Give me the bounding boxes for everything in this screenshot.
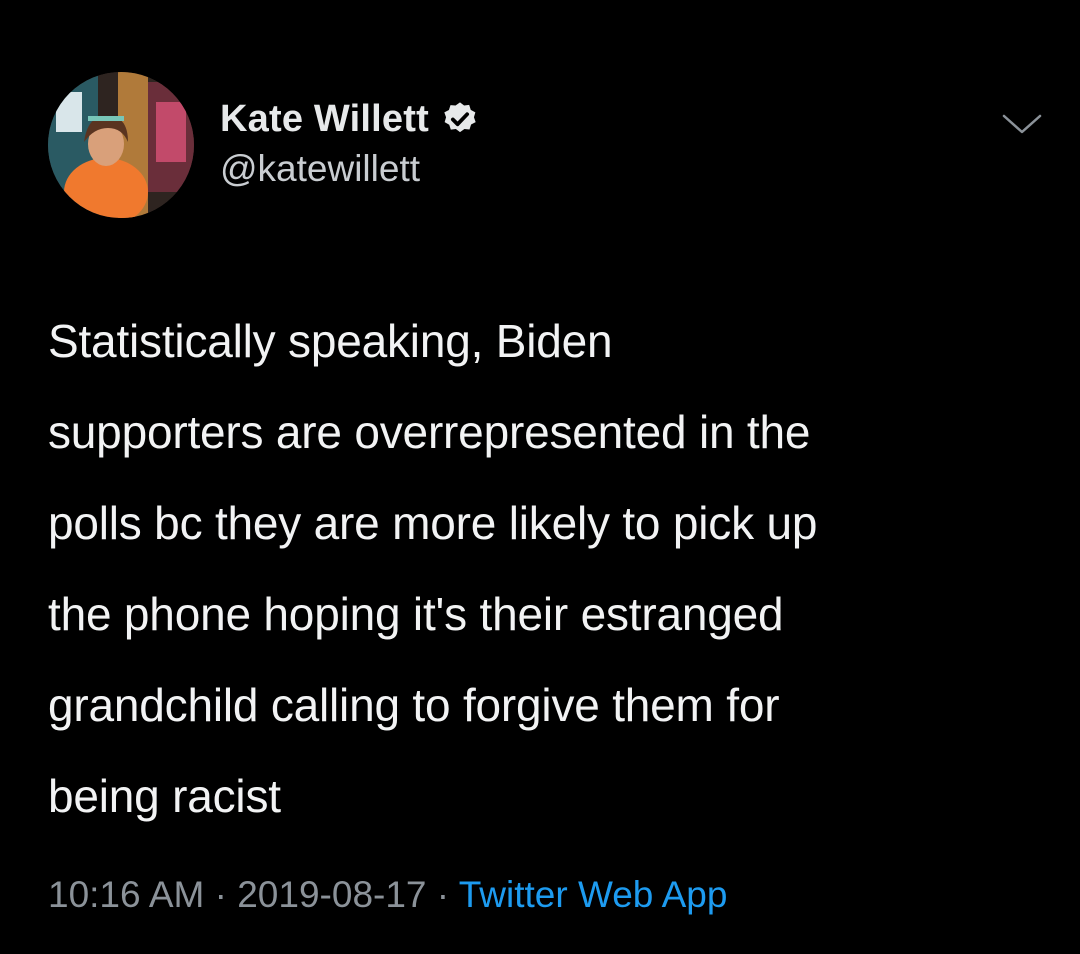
meta-separator: ·: [436, 874, 459, 915]
author-names: Kate Willett @katewillett: [220, 94, 479, 190]
tweet-text-line: being racist: [48, 770, 281, 822]
tweet-text-line: polls bc they are more likely to pick up: [48, 497, 818, 549]
tweet-text-line: the phone hoping it's their estranged: [48, 588, 784, 640]
tweet-text-line: supporters are overrepresented in the: [48, 406, 811, 458]
tweet-text-line: grandchild calling to forgive them for: [48, 679, 780, 731]
tweet-header: Kate Willett @katewillett: [48, 72, 1048, 222]
tweet-source-link[interactable]: Twitter Web App: [459, 874, 728, 915]
chevron-down-icon[interactable]: [1000, 110, 1044, 138]
tweet-date[interactable]: 2019-08-17: [237, 874, 426, 915]
tweet-metadata: 10:16 AM · 2019-08-17 · Twitter Web App: [48, 874, 727, 916]
avatar[interactable]: [48, 72, 194, 218]
display-name-row: Kate Willett: [220, 94, 479, 144]
tweet-text-line: Statistically speaking, Biden: [48, 315, 613, 367]
tweet-card: Kate Willett @katewillett Statistically …: [0, 0, 1080, 954]
tweet-text: Statistically speaking, Biden supporters…: [48, 296, 1038, 842]
tweet-time[interactable]: 10:16 AM: [48, 874, 204, 915]
author-display-name[interactable]: Kate Willett: [220, 98, 429, 141]
author-handle[interactable]: @katewillett: [220, 148, 479, 190]
avatar-image: [48, 72, 194, 218]
meta-separator: ·: [214, 874, 238, 915]
verified-badge-icon: [444, 102, 476, 133]
